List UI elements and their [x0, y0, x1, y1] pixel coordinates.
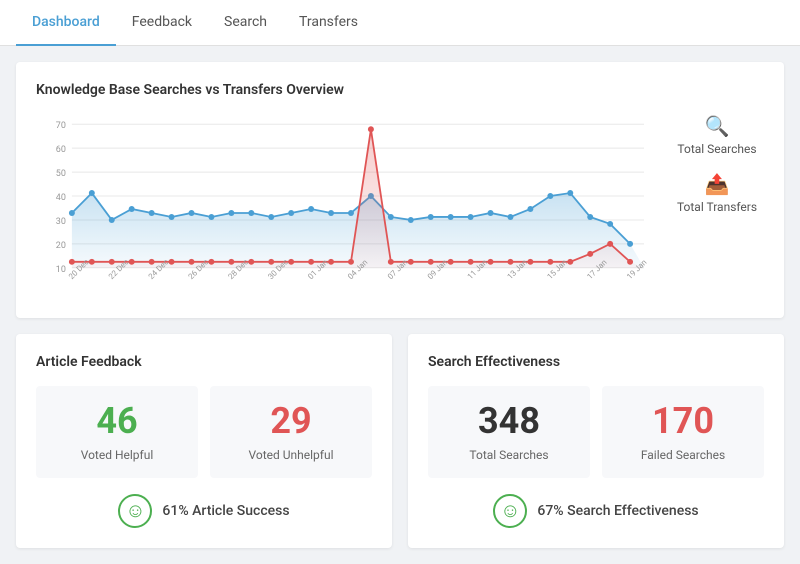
- search-effectiveness-title: Search Effectiveness: [428, 354, 764, 370]
- voted-unhelpful-box: 29 Voted Unhelpful: [210, 386, 372, 478]
- legend-total-searches: 🔍 Total Searches: [670, 114, 764, 156]
- search-legend-icon: 🔍: [705, 114, 730, 138]
- total-searches-label: Total Searches: [444, 448, 574, 462]
- tab-search[interactable]: Search: [208, 0, 283, 46]
- chart-svg-wrapper: 70 60 50 40 30 20 10: [36, 114, 654, 298]
- legend-total-transfers: 📤 Total Transfers: [670, 172, 764, 214]
- search-effectiveness-footer: ☺ 67% Search Effectiveness: [428, 494, 764, 528]
- failed-searches-label: Failed Searches: [618, 448, 748, 462]
- voted-helpful-value: 46: [52, 402, 182, 442]
- voted-helpful-label: Voted Helpful: [52, 448, 182, 462]
- article-feedback-boxes: 46 Voted Helpful 29 Voted Unhelpful: [36, 386, 372, 478]
- voted-unhelpful-value: 29: [226, 402, 356, 442]
- search-effectiveness-text: 67% Search Effectiveness: [537, 503, 698, 519]
- tab-feedback[interactable]: Feedback: [116, 0, 208, 46]
- chart-title: Knowledge Base Searches vs Transfers Ove…: [36, 82, 764, 98]
- chart-card: Knowledge Base Searches vs Transfers Ove…: [16, 62, 784, 318]
- article-success-smiley: ☺: [118, 494, 152, 528]
- failed-searches-value: 170: [618, 402, 748, 442]
- legend-transfers-label: Total Transfers: [677, 200, 757, 214]
- tab-transfers[interactable]: Transfers: [283, 0, 374, 46]
- article-feedback-title: Article Feedback: [36, 354, 372, 370]
- transfer-legend-icon: 📤: [705, 172, 730, 196]
- legend-searches-label: Total Searches: [677, 142, 756, 156]
- failed-searches-box: 170 Failed Searches: [602, 386, 764, 478]
- tabs-nav: Dashboard Feedback Search Transfers: [0, 0, 800, 46]
- bottom-row: Article Feedback 46 Voted Helpful 29 Vot…: [16, 334, 784, 548]
- chart-area: 70 60 50 40 30 20 10: [36, 114, 764, 298]
- search-effectiveness-boxes: 348 Total Searches 170 Failed Searches: [428, 386, 764, 478]
- article-feedback-footer: ☺ 61% Article Success: [36, 494, 372, 528]
- voted-unhelpful-label: Voted Unhelpful: [226, 448, 356, 462]
- svg-text:10: 10: [56, 265, 66, 275]
- search-effectiveness-smiley: ☺: [493, 494, 527, 528]
- search-effectiveness-card: Search Effectiveness 348 Total Searches …: [408, 334, 784, 548]
- svg-text:40: 40: [56, 193, 66, 203]
- article-success-text: 61% Article Success: [162, 503, 289, 519]
- article-feedback-card: Article Feedback 46 Voted Helpful 29 Vot…: [16, 334, 392, 548]
- svg-text:60: 60: [56, 145, 66, 155]
- main-content: Knowledge Base Searches vs Transfers Ove…: [0, 46, 800, 564]
- svg-text:20: 20: [56, 241, 66, 251]
- tab-dashboard[interactable]: Dashboard: [16, 0, 116, 46]
- total-searches-box: 348 Total Searches: [428, 386, 590, 478]
- svg-text:70: 70: [56, 121, 66, 131]
- chart-legend: 🔍 Total Searches 📤 Total Transfers: [654, 114, 764, 214]
- voted-helpful-box: 46 Voted Helpful: [36, 386, 198, 478]
- chart-svg: 70 60 50 40 30 20 10: [36, 114, 654, 294]
- svg-text:30: 30: [56, 217, 66, 227]
- total-searches-value: 348: [444, 402, 574, 442]
- svg-text:50: 50: [56, 169, 66, 179]
- app-wrapper: Dashboard Feedback Search Transfers Know…: [0, 0, 800, 564]
